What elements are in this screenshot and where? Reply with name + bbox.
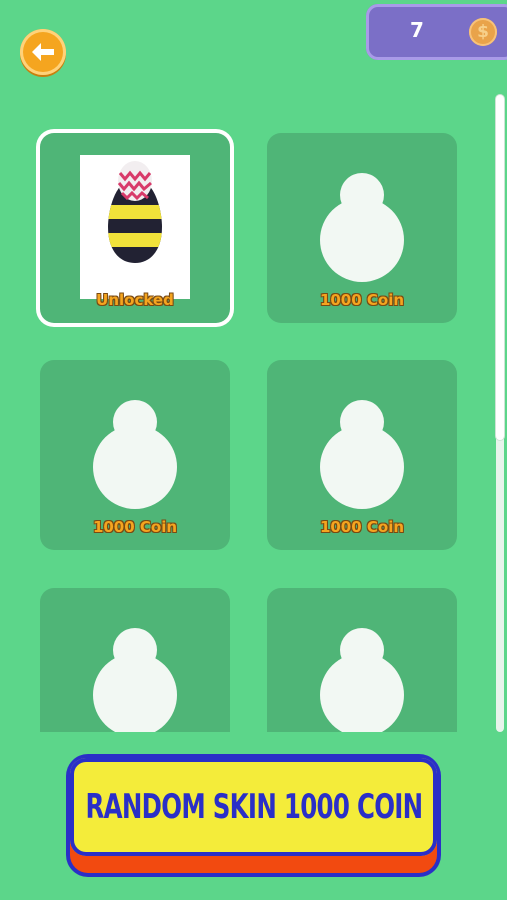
coin-symbol: $	[477, 22, 489, 42]
random-skin-button[interactable]: RANDOM SKIN 1000 COIN	[70, 758, 437, 873]
skin-label: Unlocked	[96, 291, 174, 309]
back-button[interactable]	[20, 29, 66, 75]
skin-card-6[interactable]	[267, 588, 457, 732]
locked-skin-silhouette-icon	[320, 400, 404, 509]
scrollbar-thumb[interactable]	[496, 95, 504, 440]
skin-card-1[interactable]: Unlocked	[40, 133, 230, 323]
locked-skin-silhouette-icon	[93, 400, 177, 509]
random-skin-button-face[interactable]: RANDOM SKIN 1000 COIN	[70, 758, 437, 856]
locked-skin-silhouette-icon	[93, 628, 177, 732]
skin-card-5[interactable]	[40, 588, 230, 732]
locked-skin-silhouette-icon	[320, 173, 404, 282]
skin-thumbnail	[80, 155, 190, 299]
coin-balance-panel: 7 $	[366, 4, 507, 60]
coin-count: 7	[410, 18, 424, 42]
locked-skin-silhouette-icon	[320, 628, 404, 732]
random-skin-button-label: RANDOM SKIN 1000 COIN	[85, 787, 423, 827]
skin-label: 1000 Coin	[319, 518, 405, 536]
skin-card-4[interactable]: 1000 Coin	[267, 360, 457, 550]
skin-grid[interactable]: Unlocked 1000 Coin 1000 Coin 1000 Coin	[0, 110, 507, 732]
arrow-left-icon	[32, 43, 54, 61]
skin-card-2[interactable]: 1000 Coin	[267, 133, 457, 323]
skin-card-3[interactable]: 1000 Coin	[40, 360, 230, 550]
coin-icon: $	[469, 18, 497, 46]
egg-skin-icon	[108, 161, 162, 263]
skin-label: 1000 Coin	[92, 518, 178, 536]
skin-label: 1000 Coin	[319, 291, 405, 309]
scrollbar[interactable]	[496, 95, 504, 732]
